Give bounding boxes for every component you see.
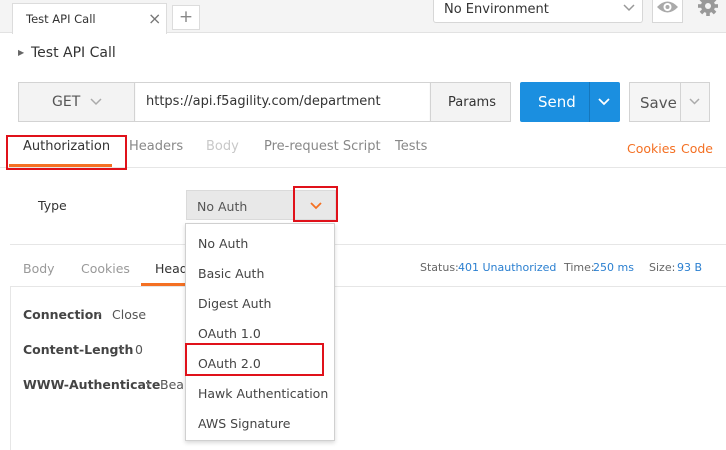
response-tab-cookies[interactable]: Cookies xyxy=(81,261,130,276)
tab-body[interactable]: Body xyxy=(206,139,239,154)
dropdown-option-digest-auth[interactable]: Digest Auth xyxy=(198,296,271,311)
authorization-highlight xyxy=(6,135,127,170)
auth-type-value: No Auth xyxy=(197,199,248,214)
status-value: 401 Unauthorized xyxy=(458,261,557,274)
plus-icon: + xyxy=(178,7,194,27)
tab-headers[interactable]: Headers xyxy=(129,139,183,154)
dropdown-option-oauth-1[interactable]: OAuth 1.0 xyxy=(198,326,261,341)
params-button[interactable]: Params xyxy=(430,83,510,121)
header-key: WWW-Authenticate xyxy=(23,377,161,392)
send-button[interactable]: Send xyxy=(520,82,620,122)
size-value: 93 B xyxy=(677,261,703,274)
eye-icon xyxy=(657,1,678,13)
chevron-down-icon[interactable] xyxy=(687,94,702,109)
gear-icon xyxy=(698,0,718,16)
close-icon[interactable]: × xyxy=(148,9,161,28)
header-value: 0 xyxy=(135,342,143,357)
header-value: Close xyxy=(112,307,147,322)
request-tab-title: Test API Call xyxy=(26,12,96,26)
method-select[interactable]: GET xyxy=(19,83,135,121)
method-label: GET xyxy=(52,94,81,110)
response-divider-top xyxy=(10,244,726,245)
header-key: Connection xyxy=(23,307,103,322)
chevron-down-icon[interactable] xyxy=(596,94,612,110)
time-value: 250 ms xyxy=(593,261,634,274)
send-divider xyxy=(589,82,590,122)
dropdown-option-basic-auth[interactable]: Basic Auth xyxy=(198,266,264,281)
save-divider xyxy=(680,83,681,121)
header-key: Content-Length xyxy=(23,342,134,357)
dropdown-option-hawk-authentication[interactable]: Hawk Authentication xyxy=(198,386,328,401)
code-link[interactable]: Code xyxy=(681,141,713,156)
tab-pre-request-script[interactable]: Pre-request Script xyxy=(264,139,381,154)
send-label: Send xyxy=(538,93,576,111)
environment-select[interactable]: No Environment xyxy=(433,0,643,23)
oauth2-highlight xyxy=(185,343,324,376)
dropdown-option-no-auth[interactable]: No Auth xyxy=(198,236,248,251)
auth-type-label: Type xyxy=(38,198,67,213)
save-button[interactable]: Save xyxy=(629,82,710,122)
url-input[interactable]: https://api.f5agility.com/department xyxy=(136,83,429,121)
auth-type-dropdown: No Auth Basic Auth Digest Auth OAuth 1.0… xyxy=(185,223,335,441)
chevron-down-icon xyxy=(90,98,102,106)
dropdown-option-aws-signature[interactable]: AWS Signature xyxy=(198,416,290,431)
time-label: Time: xyxy=(564,261,595,274)
caret-right-icon[interactable]: ▶ xyxy=(18,48,24,57)
environment-quick-look-button[interactable] xyxy=(652,0,683,23)
environment-selected: No Environment xyxy=(444,2,549,17)
params-label: Params xyxy=(448,95,496,110)
response-divider-bottom xyxy=(10,286,726,287)
tab-tests[interactable]: Tests xyxy=(395,139,427,154)
chevron-down-icon xyxy=(623,4,635,12)
url-text: https://api.f5agility.com/department xyxy=(146,94,381,109)
cookies-link[interactable]: Cookies xyxy=(627,141,676,156)
size-label: Size: xyxy=(649,261,676,274)
request-title: Test API Call xyxy=(31,45,116,61)
header-separator: › xyxy=(146,379,150,390)
header-separator: › xyxy=(97,309,101,320)
header-separator: › xyxy=(120,344,124,355)
request-tab[interactable]: Test API Call × xyxy=(12,3,167,34)
new-tab-button[interactable]: + xyxy=(172,5,200,30)
response-tab-body[interactable]: Body xyxy=(23,261,55,276)
dropdown-toggle-highlight xyxy=(293,186,338,222)
response-left-border xyxy=(10,287,11,450)
settings-button[interactable] xyxy=(690,0,726,23)
save-label: Save xyxy=(640,94,677,112)
url-bar: GET https://api.f5agility.com/department… xyxy=(18,82,511,122)
status-label: Status: xyxy=(420,261,459,274)
